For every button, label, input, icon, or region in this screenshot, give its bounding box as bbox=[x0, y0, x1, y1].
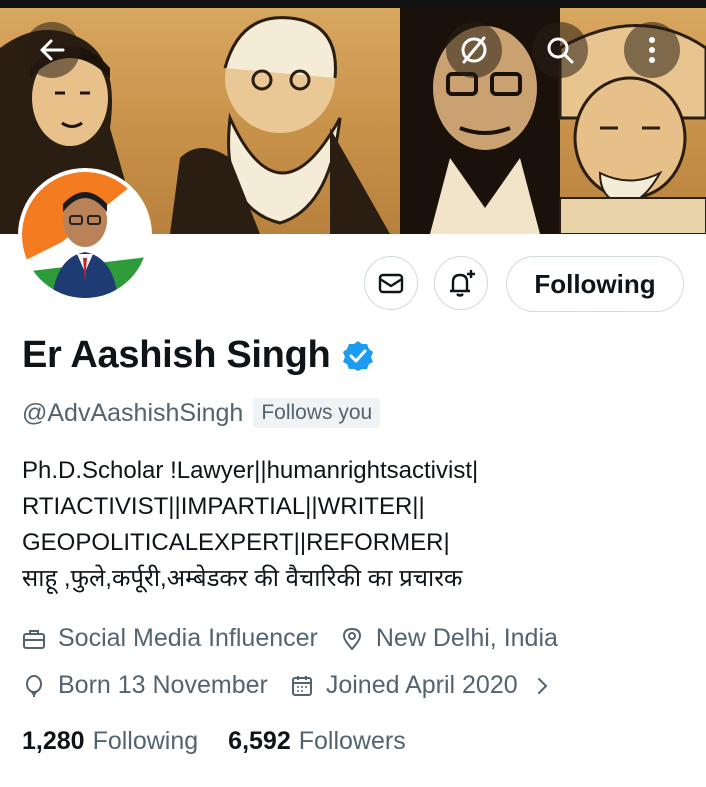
avatar-image bbox=[22, 172, 148, 298]
location-item: New Delhi, India bbox=[340, 624, 558, 653]
bio: Ph.D.Scholar !Lawyer||humanrightsactivis… bbox=[22, 453, 692, 597]
arrow-left-icon bbox=[40, 39, 65, 61]
meta-row-2: Born 13 November Joined April 2020 bbox=[22, 671, 552, 700]
follow-stats: 1,280 Following 6,592 Followers bbox=[22, 727, 436, 756]
more-button[interactable] bbox=[624, 22, 680, 78]
category-text: Social Media Influencer bbox=[58, 624, 318, 652]
envelope-icon bbox=[378, 273, 404, 294]
search-button[interactable] bbox=[532, 22, 588, 78]
chevron-right-icon bbox=[537, 677, 548, 694]
joined-item[interactable]: Joined April 2020 bbox=[290, 671, 552, 700]
followers-count: 6,592 bbox=[228, 727, 291, 755]
followers-label: Followers bbox=[298, 727, 406, 755]
follows-you-badge: Follows you bbox=[253, 398, 381, 428]
bio-line: GEOPOLITICALEXPERT||REFORMER| bbox=[22, 529, 450, 556]
handle-row: @AdvAashishSingh Follows you bbox=[22, 398, 381, 428]
following-label: Following bbox=[92, 727, 199, 755]
birthday-text: Born 13 November bbox=[58, 671, 268, 699]
following-count: 1,280 bbox=[22, 727, 85, 755]
location-pin-icon bbox=[342, 627, 361, 651]
location-text: New Delhi, India bbox=[375, 624, 558, 652]
following-button[interactable]: Following bbox=[506, 256, 684, 312]
joined-text: Joined April 2020 bbox=[325, 671, 518, 699]
grok-icon bbox=[461, 36, 487, 64]
bio-line: RTIACTIVIST||IMPARTIAL||WRITER|| bbox=[22, 493, 425, 520]
bell-plus-icon bbox=[450, 270, 475, 297]
avatar[interactable] bbox=[18, 168, 152, 302]
message-button[interactable] bbox=[364, 256, 418, 310]
balloon-icon bbox=[26, 674, 42, 697]
handle: @AdvAashishSingh bbox=[22, 398, 244, 427]
display-name: Er Aashish Singh bbox=[22, 334, 331, 376]
birthday-item: Born 13 November bbox=[22, 671, 268, 700]
notifications-button[interactable] bbox=[434, 256, 488, 310]
briefcase-icon bbox=[23, 629, 45, 649]
calendar-icon bbox=[291, 675, 312, 696]
status-strip bbox=[0, 0, 706, 8]
more-vertical-icon bbox=[649, 37, 655, 63]
bio-line: साहू ,फुले,कर्पूरी,अम्बेडकर की वैचारिकी … bbox=[22, 565, 463, 592]
back-button[interactable] bbox=[24, 22, 80, 78]
name-row: Er Aashish Singh bbox=[22, 334, 374, 377]
category-item: Social Media Influencer bbox=[22, 624, 318, 653]
meta-row-1: Social Media Influencer New Delhi, India bbox=[22, 624, 558, 653]
search-icon bbox=[547, 37, 574, 64]
following-stat[interactable]: 1,280 Following bbox=[22, 727, 198, 756]
bio-line: Ph.D.Scholar !Lawyer||humanrightsactivis… bbox=[22, 457, 479, 484]
grok-button[interactable] bbox=[446, 22, 502, 78]
followers-stat[interactable]: 6,592 Followers bbox=[228, 727, 406, 756]
verified-badge-icon[interactable] bbox=[342, 340, 374, 372]
